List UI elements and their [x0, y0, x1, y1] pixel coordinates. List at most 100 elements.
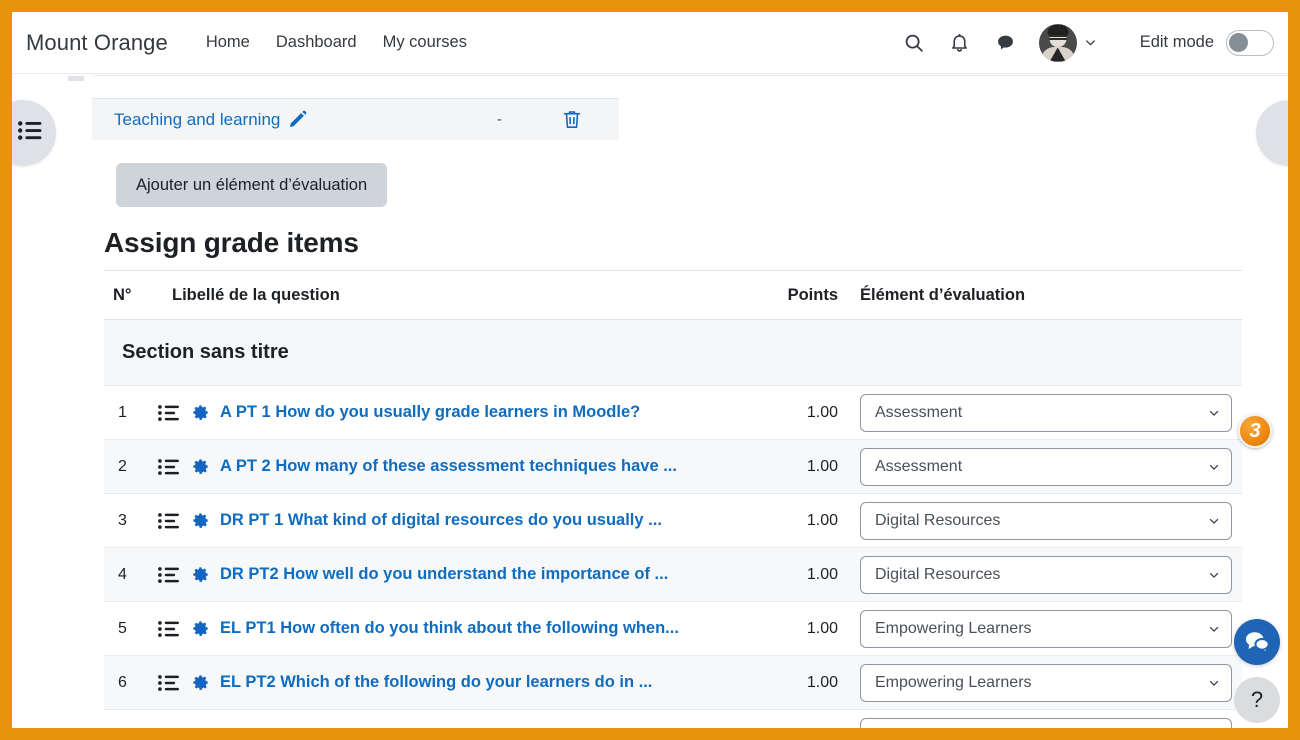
gear-icon[interactable] [191, 673, 210, 692]
section-header-row: Section sans titre [104, 320, 1242, 386]
content-top-divider [92, 75, 1288, 76]
site-header: Mount Orange Home Dashboard My courses E… [12, 12, 1288, 74]
gear-icon[interactable] [191, 619, 210, 638]
message-icon[interactable] [983, 23, 1029, 63]
gear-icon[interactable] [191, 457, 210, 476]
table-row: 3 DR PT 1 What kind of digital resources… [104, 494, 1242, 548]
list-drawer-icon [18, 121, 42, 145]
row-points: 1.00 [806, 619, 838, 637]
grade-item-value: Assessment [875, 457, 963, 475]
row-question-cell: EL PT2 Which of the following do your le… [148, 673, 766, 692]
edit-mode-toggle[interactable] [1226, 29, 1274, 56]
avatar-hair [1047, 24, 1069, 35]
edit-mode-label: Edit mode [1139, 33, 1214, 51]
row-question-cell: EL PT1 How often do you think about the … [148, 619, 766, 638]
row-points: 1.00 [806, 673, 838, 691]
row-question-cell: DR PT2 How well do you understand the im… [148, 565, 766, 584]
row-grade-item-cell [852, 717, 1242, 728]
grade-item-select[interactable]: Digital Resources [860, 501, 1232, 540]
grade-item-select[interactable]: Assessment [860, 393, 1232, 432]
list-icon[interactable] [158, 674, 179, 692]
grade-item-select[interactable] [860, 717, 1232, 728]
bell-icon[interactable] [937, 23, 983, 63]
table-header-row: N° Libellé de la question Points Élément… [104, 270, 1242, 320]
list-icon[interactable] [158, 512, 179, 530]
header-question: Libellé de la question [172, 285, 340, 304]
primary-nav: Home Dashboard My courses [206, 33, 467, 52]
list-icon[interactable] [158, 566, 179, 584]
grade-item-select[interactable]: Empowering Learners [860, 663, 1232, 702]
section-title: Section sans titre [122, 341, 289, 363]
gear-icon[interactable] [191, 565, 210, 584]
nav-item-dashboard[interactable]: Dashboard [276, 33, 357, 52]
add-grade-item-button[interactable]: Ajouter un élément d’évaluation [116, 163, 388, 207]
site-brand[interactable]: Mount Orange [26, 30, 168, 56]
header-actions: Edit mode [891, 23, 1288, 63]
row-question-cell: DR PT 1 What kind of digital resources d… [148, 511, 766, 530]
scrolled-element-remnant [68, 76, 84, 81]
list-icon[interactable] [158, 458, 179, 476]
row-number: 5 [118, 619, 127, 637]
table-row-partial [104, 710, 1242, 728]
grade-item-value: Digital Resources [875, 565, 1001, 583]
grade-item-select[interactable]: Assessment [860, 447, 1232, 486]
row-grade-item-cell: Empowering Learners [852, 609, 1242, 648]
table-row: 6 EL PT2 Which of the following do your … [104, 656, 1242, 710]
grade-item-value: Empowering Learners [875, 673, 1032, 691]
header-points: Points [787, 285, 838, 304]
question-link[interactable]: A PT 2 How many of these assessment tech… [220, 457, 677, 476]
row-number: 2 [118, 457, 127, 475]
row-number: 4 [118, 565, 127, 583]
browser-viewport: Mount Orange Home Dashboard My courses E… [12, 12, 1288, 728]
row-grade-item-cell: Assessment [852, 447, 1242, 486]
help-button[interactable]: ? [1234, 677, 1280, 723]
list-icon[interactable] [158, 404, 179, 422]
grade-item-select[interactable]: Digital Resources [860, 555, 1232, 594]
edit-mode-toggle-knob [1229, 32, 1248, 52]
header-grade-item: Élément d’évaluation [860, 285, 1026, 304]
chevron-down-icon [1207, 406, 1221, 420]
chat-bubbles-icon[interactable] [1234, 619, 1280, 665]
row-points: 1.00 [806, 565, 838, 583]
chevron-down-icon [1207, 676, 1221, 690]
question-link[interactable]: DR PT2 How well do you understand the im… [220, 565, 668, 584]
table-row: 1 A PT 1 How do you usually grade learne… [104, 386, 1242, 440]
chevron-down-icon[interactable] [1083, 35, 1098, 50]
question-link[interactable]: DR PT 1 What kind of digital resources d… [220, 511, 662, 530]
row-grade-item-cell: Digital Resources [852, 555, 1242, 594]
grade-item-select[interactable]: Empowering Learners [860, 609, 1232, 648]
row-number: 3 [118, 511, 127, 529]
nav-item-my-courses[interactable]: My courses [383, 33, 467, 52]
page-content: Teaching and learning - Ajouter un éléme… [12, 74, 1288, 728]
table-row: 5 EL PT1 How often do you think about th… [104, 602, 1242, 656]
question-link[interactable]: EL PT1 How often do you think about the … [220, 619, 679, 638]
row-number: 1 [118, 403, 127, 421]
grade-item-value: Digital Resources [875, 511, 1001, 529]
question-link[interactable]: A PT 1 How do you usually grade learners… [220, 403, 640, 422]
gear-icon[interactable] [191, 511, 210, 530]
tour-step-badge[interactable]: 3 [1238, 414, 1272, 448]
search-icon[interactable] [891, 23, 937, 63]
user-avatar[interactable] [1038, 23, 1077, 62]
list-icon[interactable] [158, 620, 179, 638]
chevron-down-icon [1207, 622, 1221, 636]
row-grade-item-cell: Empowering Learners [852, 663, 1242, 702]
trash-icon[interactable] [562, 109, 582, 131]
row-grade-item-cell: Assessment [852, 393, 1242, 432]
row-points: 1.00 [806, 511, 838, 529]
chevron-down-icon [1207, 514, 1221, 528]
pencil-icon[interactable] [288, 110, 307, 129]
grade-item-value: Empowering Learners [875, 619, 1032, 637]
page-title: Assign grade items [104, 227, 359, 258]
nav-item-home[interactable]: Home [206, 33, 250, 52]
gear-icon[interactable] [191, 403, 210, 422]
row-number: 6 [118, 673, 127, 691]
chevron-down-icon [1207, 460, 1221, 474]
question-link[interactable]: EL PT2 Which of the following do your le… [220, 673, 652, 692]
grade-category-row: Teaching and learning - [92, 98, 619, 140]
grade-category-name[interactable]: Teaching and learning [114, 110, 280, 130]
header-number: N° [113, 285, 132, 304]
row-points: 1.00 [806, 457, 838, 475]
table-row: 4 DR PT2 How well do you understand the … [104, 548, 1242, 602]
row-points: 1.00 [806, 403, 838, 421]
